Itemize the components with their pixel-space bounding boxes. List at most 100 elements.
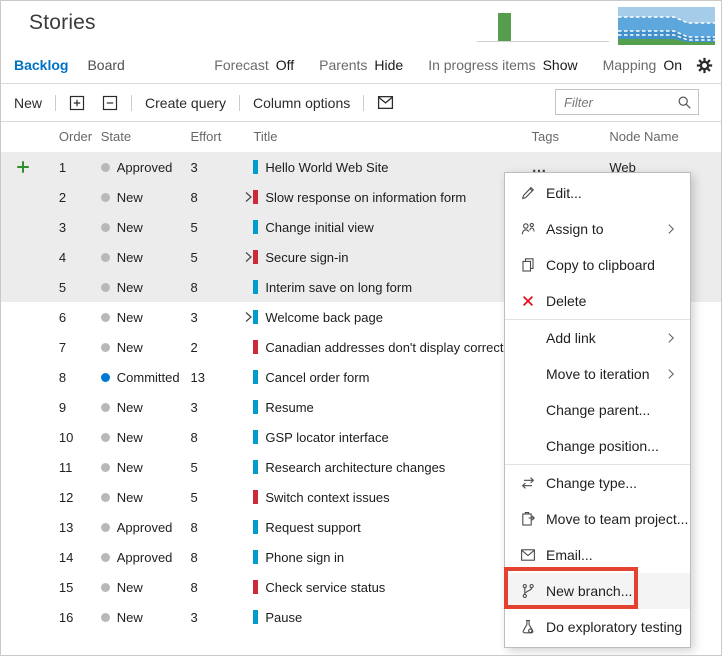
chevron-right-icon: [664, 331, 678, 345]
tab-backlog[interactable]: Backlog: [14, 57, 68, 73]
filter-box: [555, 89, 699, 115]
state-dot: [100, 582, 110, 592]
menu-item-delete[interactable]: Delete: [505, 283, 690, 319]
add-item-button[interactable]: [16, 160, 30, 174]
gear-icon[interactable]: [696, 57, 713, 74]
new-button[interactable]: New: [14, 95, 42, 111]
control-label: Mapping: [602, 57, 657, 73]
filter-input[interactable]: [556, 94, 677, 110]
copy-icon: [519, 257, 536, 274]
state-label: Approved: [116, 519, 173, 535]
story-type-bar: [253, 520, 259, 534]
row-state: Approved: [97, 550, 187, 565]
work-item-title: Hello World Web Site: [265, 159, 389, 175]
tab-board[interactable]: Board: [87, 57, 124, 73]
menu-item-change-type[interactable]: Change type...: [505, 465, 690, 501]
row-title-cell: Secure sign-in: [240, 250, 529, 265]
context-menu: Edit... Assign to Copy to clipboard Delete A…: [504, 172, 691, 648]
swap-icon: [519, 475, 536, 492]
state-dot: [100, 342, 110, 352]
tabs: Backlog Board: [14, 57, 125, 73]
control-forecast[interactable]: Forecast Off: [214, 57, 294, 73]
column-header-state[interactable]: State: [97, 129, 187, 144]
column-options-button[interactable]: Column options: [253, 95, 350, 111]
velocity-chart-thumbnail[interactable]: [477, 9, 609, 42]
menu-item-label: Add link: [546, 330, 596, 346]
row-state: New: [97, 190, 187, 205]
row-effort: 8: [190, 579, 198, 595]
column-header-title[interactable]: Title: [240, 129, 529, 144]
row-title-cell: Hello World Web Site: [240, 160, 529, 175]
menu-item-assign-to[interactable]: Assign to: [505, 211, 690, 247]
work-item-title: Resume: [265, 399, 314, 415]
cumulative-flow-chart-thumbnail[interactable]: [618, 5, 715, 45]
menu-item-copy-to-clipboard[interactable]: Copy to clipboard: [505, 247, 690, 283]
state-label: Committed: [116, 369, 180, 385]
menu-item-edit[interactable]: Edit...: [505, 175, 690, 211]
row-state: New: [97, 460, 187, 475]
state-label: New: [116, 189, 143, 205]
state-dot: [100, 162, 110, 172]
collapse-all-icon[interactable]: [102, 95, 118, 111]
row-title-cell: Check service status: [240, 580, 529, 595]
state-dot: [100, 552, 110, 562]
state-dot: [100, 432, 110, 442]
story-type-bar: [253, 430, 259, 444]
work-item-title: Change initial view: [265, 219, 374, 235]
state-dot: [100, 312, 110, 322]
column-header-tags[interactable]: Tags: [530, 129, 600, 144]
row-state: New: [97, 580, 187, 595]
row-context-menu-button[interactable]: …: [532, 160, 548, 175]
menu-item-label: Move to team project...: [546, 511, 689, 527]
row-title-cell: Cancel order form: [240, 370, 529, 385]
state-dot: [100, 612, 110, 622]
row-state: New: [97, 220, 187, 235]
expand-chevron-icon[interactable]: [244, 251, 253, 263]
row-order: 9: [58, 399, 67, 415]
row-state: New: [97, 610, 187, 625]
expand-chevron-icon[interactable]: [244, 191, 253, 203]
control-label: Forecast: [214, 57, 269, 73]
row-effort: 8: [190, 279, 198, 295]
menu-item-new-branch[interactable]: New branch...: [505, 573, 690, 609]
work-item-title: Switch context issues: [265, 489, 390, 505]
row-effort: 3: [190, 309, 198, 325]
menu-item-change-parent[interactable]: Change parent...: [505, 392, 690, 428]
row-order: 7: [58, 339, 67, 355]
menu-item-do-exploratory-testing[interactable]: Do exploratory testing: [505, 609, 690, 645]
state-label: New: [116, 339, 143, 355]
control-mapping[interactable]: Mapping On: [603, 57, 682, 73]
state-label: Approved: [116, 159, 173, 175]
row-effort: 5: [190, 459, 198, 475]
state-dot: [100, 462, 110, 472]
column-header-node-name[interactable]: Node Name: [599, 129, 721, 144]
row-order: 14: [58, 549, 74, 565]
menu-item-label: Delete: [546, 293, 587, 309]
create-query-button[interactable]: Create query: [145, 95, 226, 111]
menu-item-email[interactable]: Email...: [505, 537, 690, 573]
branch-icon: [519, 583, 536, 600]
clipboard-arrow-icon: [519, 511, 536, 528]
control-parents[interactable]: Parents Hide: [319, 57, 403, 73]
work-item-title: Canadian addresses don't display correct…: [265, 339, 513, 355]
row-order: 6: [58, 309, 67, 325]
row-effort: 5: [190, 249, 198, 265]
work-item-title: Cancel order form: [265, 369, 370, 385]
expand-all-icon[interactable]: [69, 95, 85, 111]
menu-item-move-to-team-project[interactable]: Move to team project...: [505, 501, 690, 537]
column-header-order[interactable]: Order: [45, 129, 97, 144]
row-effort: 13: [190, 369, 205, 385]
expand-chevron-icon[interactable]: [244, 311, 253, 323]
row-order: 4: [58, 249, 67, 265]
state-label: New: [116, 399, 143, 415]
row-effort: 2: [190, 339, 198, 355]
row-state: Committed: [97, 370, 187, 385]
menu-item-move-to-iteration[interactable]: Move to iteration: [505, 356, 690, 392]
menu-item-change-position[interactable]: Change position...: [505, 428, 690, 464]
state-label: New: [116, 279, 143, 295]
email-icon[interactable]: [377, 95, 394, 110]
menu-item-add-link[interactable]: Add link: [505, 320, 690, 356]
control-in-progress-items[interactable]: In progress items Show: [428, 57, 577, 73]
story-type-bar: [253, 610, 259, 624]
column-header-effort[interactable]: Effort: [187, 129, 241, 144]
